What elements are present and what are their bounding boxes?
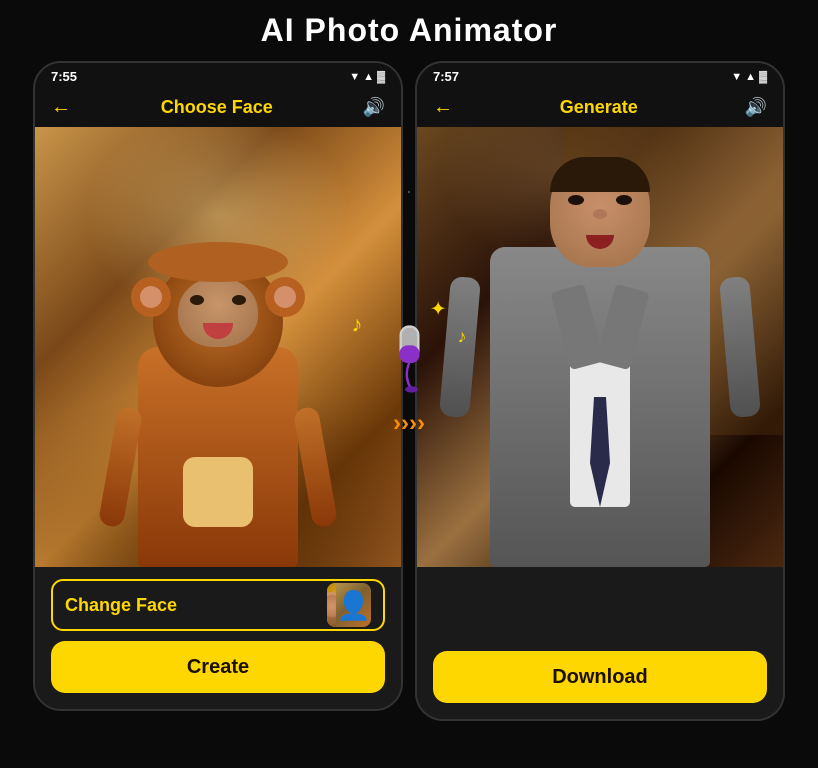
music-note-left-icon: ♪ — [352, 311, 363, 337]
right-battery-icon: ▓ — [759, 71, 767, 83]
right-photo-overlay — [417, 127, 783, 567]
left-nav-bar: ← Choose Face 🔊 — [35, 88, 401, 127]
left-status-icons: ▼ ▲ ▓ — [349, 71, 385, 83]
right-wifi-icon: ▲ — [745, 71, 756, 83]
arrow-4-icon: › — [417, 409, 425, 437]
left-photo-background — [35, 127, 401, 567]
right-photo-area — [417, 127, 783, 567]
create-button[interactable]: Create — [51, 641, 385, 693]
left-phone-bottom: Change Face Create — [35, 567, 401, 709]
center-animation-elements: ✦ ♪ ♪ › › › › — [369, 321, 449, 437]
sparkle-icon: ✦ — [430, 296, 447, 321]
right-nav-title: Generate — [560, 97, 638, 118]
right-phone-bottom: Download — [417, 567, 783, 719]
left-sound-button[interactable]: 🔊 — [363, 97, 385, 118]
arrow-3-icon: › — [409, 409, 417, 437]
left-photo-area — [35, 127, 401, 567]
download-button[interactable]: Download — [433, 651, 767, 703]
left-signal-icon: ▼ — [349, 71, 360, 83]
left-nav-title: Choose Face — [161, 97, 273, 118]
triple-arrows: › › › › — [393, 409, 425, 437]
left-phone: 7:55 ▼ ▲ ▓ ← Choose Face 🔊 — [33, 61, 403, 711]
download-label: Download — [552, 666, 648, 689]
left-status-time: 7:55 — [51, 69, 77, 84]
right-phone: 7:57 ▼ ▲ ▓ ← Generate 🔊 — [415, 61, 785, 721]
left-back-button[interactable]: ← — [51, 96, 71, 119]
page-title: AI Photo Animator — [261, 12, 558, 49]
right-photo-background — [417, 127, 783, 567]
right-status-icons: ▼ ▲ ▓ — [731, 71, 767, 83]
left-photo-overlay — [35, 127, 401, 567]
music-note-right-icon: ♪ — [458, 326, 467, 347]
right-status-time: 7:57 — [433, 69, 459, 84]
face-thumbnail-inner — [327, 583, 336, 627]
left-wifi-icon: ▲ — [363, 71, 374, 83]
left-status-bar: 7:55 ▼ ▲ ▓ — [35, 63, 401, 88]
arrow-2-icon: › — [401, 409, 409, 437]
create-label: Create — [187, 656, 249, 679]
change-face-label: Change Face — [65, 595, 177, 616]
right-back-button[interactable]: ← — [433, 96, 453, 119]
arrow-1-icon: › — [393, 409, 401, 437]
right-nav-bar: ← Generate 🔊 — [417, 88, 783, 127]
right-sound-button[interactable]: 🔊 — [745, 97, 767, 118]
microphone-icon — [382, 321, 437, 401]
left-battery-icon: ▓ — [377, 71, 385, 83]
face-thumbnail — [327, 583, 371, 627]
right-signal-icon: ▼ — [731, 71, 742, 83]
change-face-button[interactable]: Change Face — [51, 579, 385, 631]
microphone-wrapper: ✦ ♪ ♪ — [382, 321, 437, 401]
right-status-bar: 7:57 ▼ ▲ ▓ — [417, 63, 783, 88]
